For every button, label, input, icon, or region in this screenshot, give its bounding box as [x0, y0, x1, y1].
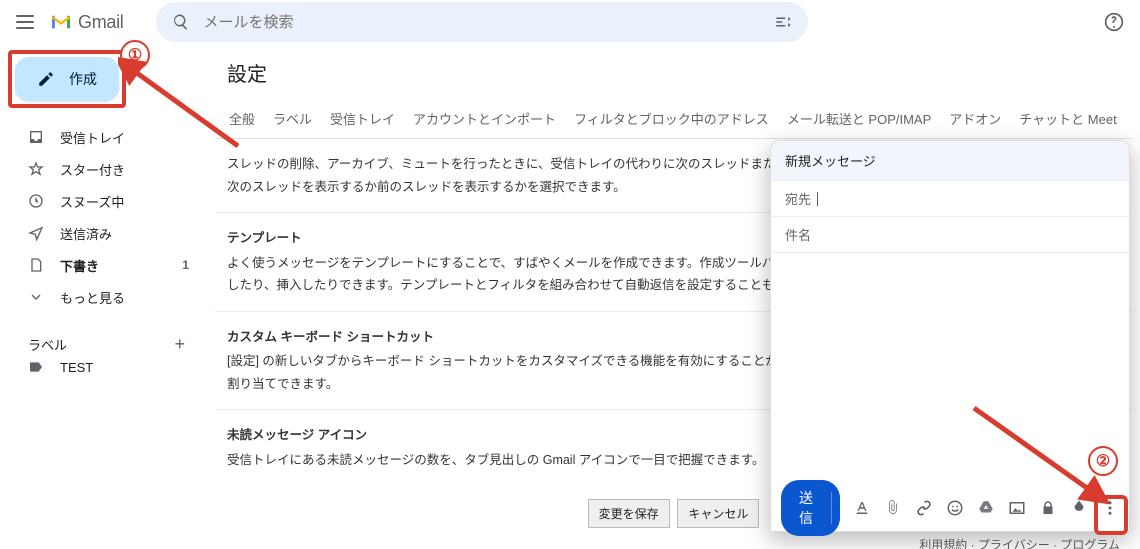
search-box[interactable]: [156, 2, 808, 42]
compose-to-field[interactable]: 宛先: [771, 181, 1129, 217]
clock-icon: [28, 193, 44, 209]
compose-button[interactable]: 作成: [15, 57, 119, 101]
tab-addons[interactable]: アドオン: [947, 103, 1003, 138]
search-icon: [172, 13, 190, 31]
cancel-button[interactable]: キャンセル: [677, 499, 759, 528]
compose-window: 新規メッセージ 宛先 件名 送信: [770, 140, 1130, 532]
send-button[interactable]: 送信: [781, 480, 840, 536]
format-icon[interactable]: [853, 499, 871, 517]
ink-icon[interactable]: [1070, 499, 1088, 517]
add-label-button[interactable]: +: [174, 334, 185, 355]
drive-icon[interactable]: [977, 499, 995, 517]
send-options-dropdown[interactable]: [831, 492, 840, 524]
sidebar-item-drafts[interactable]: 下書き 1: [8, 250, 197, 280]
tab-forward[interactable]: メール転送と POP/IMAP: [785, 103, 933, 138]
page-title: 設定: [215, 48, 1132, 103]
labels-header: ラベル: [28, 335, 67, 354]
draft-icon: [28, 257, 44, 273]
tab-chat[interactable]: チャットと Meet: [1017, 103, 1118, 138]
save-button[interactable]: 変更を保存: [588, 499, 670, 528]
help-icon[interactable]: [1104, 12, 1124, 32]
label-icon: [28, 359, 44, 375]
link-icon[interactable]: [915, 499, 933, 517]
menu-icon[interactable]: [16, 15, 34, 29]
tab-accounts[interactable]: アカウントとインポート: [411, 103, 558, 138]
more-options-icon[interactable]: [1101, 499, 1119, 517]
image-icon[interactable]: [1008, 499, 1026, 517]
sidebar-item-more[interactable]: もっと見る: [8, 282, 197, 312]
sidebar-item-starred[interactable]: スター付き: [8, 154, 197, 184]
tune-icon[interactable]: [774, 13, 792, 31]
compose-label: 作成: [69, 69, 97, 89]
tab-inbox[interactable]: 受信トレイ: [328, 103, 397, 138]
compose-body[interactable]: [771, 253, 1129, 485]
gmail-icon: [50, 14, 72, 30]
tab-general[interactable]: 全般: [227, 103, 257, 138]
sidebar-item-inbox[interactable]: 受信トレイ: [8, 122, 197, 152]
tab-labels[interactable]: ラベル: [271, 103, 314, 138]
compose-title[interactable]: 新規メッセージ: [771, 141, 1129, 181]
pencil-icon: [37, 70, 55, 88]
tab-filters[interactable]: フィルタとブロック中のアドレス: [572, 103, 771, 138]
gmail-logo[interactable]: Gmail: [50, 12, 124, 33]
star-icon: [28, 161, 44, 177]
label-item-test[interactable]: TEST: [8, 355, 197, 379]
sidebar-item-snoozed[interactable]: スヌーズ中: [8, 186, 197, 216]
inbox-icon: [28, 129, 44, 145]
gmail-wordmark: Gmail: [78, 12, 124, 33]
lock-icon[interactable]: [1039, 499, 1057, 517]
attach-icon[interactable]: [884, 499, 902, 517]
emoji-icon[interactable]: [946, 499, 964, 517]
annotation-box-1: 作成: [8, 50, 126, 108]
sidebar-item-sent[interactable]: 送信済み: [8, 218, 197, 248]
settings-tabs: 全般 ラベル 受信トレイ アカウントとインポート フィルタとブロック中のアドレス…: [215, 103, 1132, 139]
chevron-down-icon: [28, 289, 44, 305]
send-icon: [28, 225, 44, 241]
compose-subject-field[interactable]: 件名: [771, 217, 1129, 253]
search-input[interactable]: [202, 13, 762, 32]
